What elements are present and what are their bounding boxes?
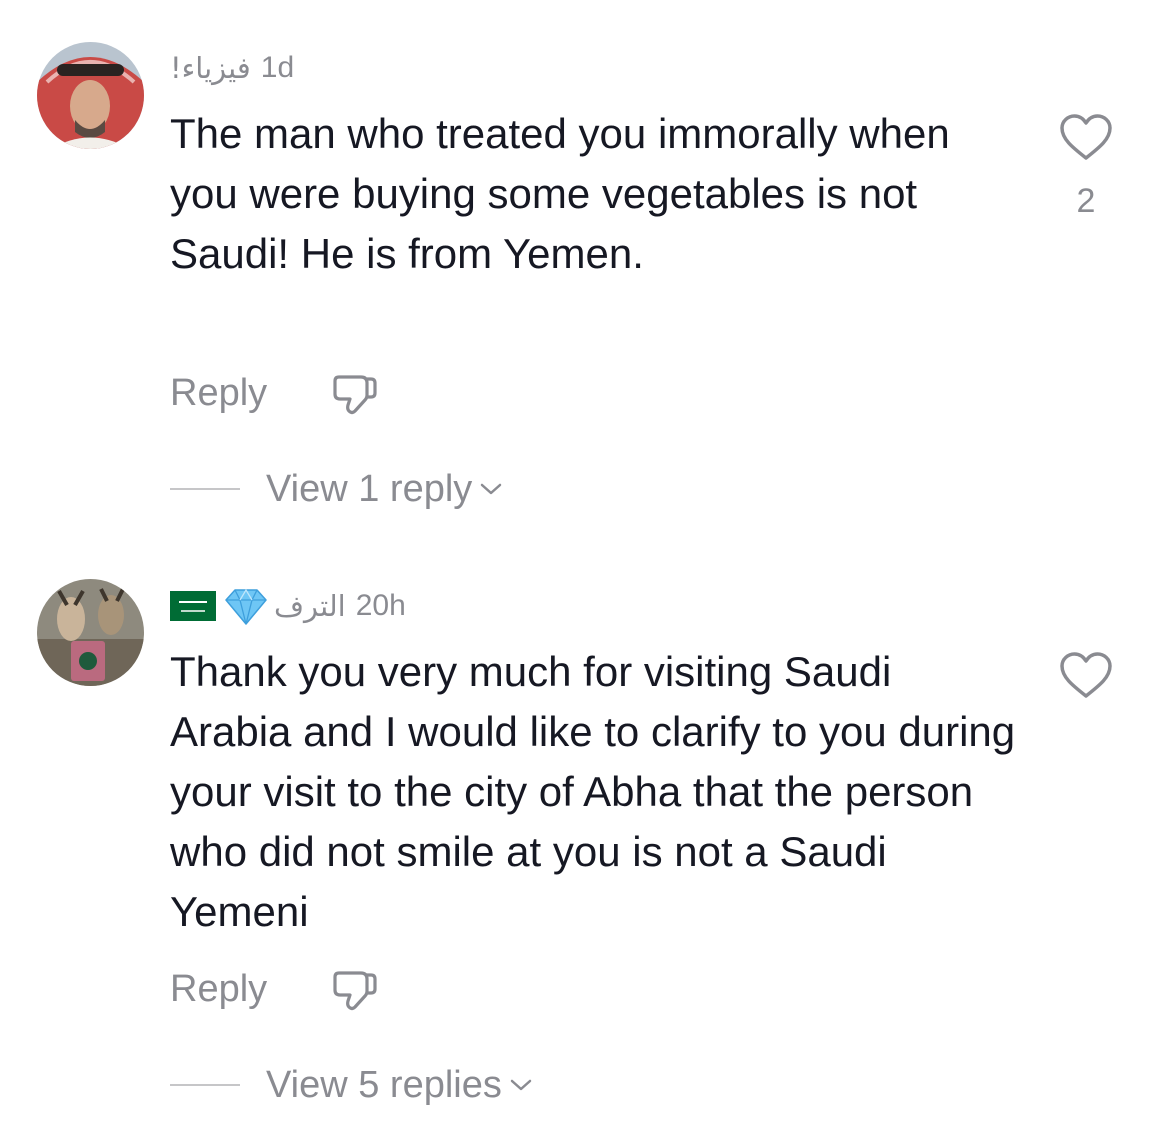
avatar-goats-cup-icon (37, 579, 144, 686)
view-replies[interactable]: View 1 reply (170, 464, 502, 514)
chevron-down-icon (481, 483, 502, 495)
username[interactable]: الترف (274, 589, 346, 623)
like-control (1058, 650, 1114, 720)
avatar[interactable] (37, 579, 144, 686)
heart-icon[interactable] (1058, 650, 1114, 700)
comment-actions: Reply (170, 966, 379, 1012)
like-count: 2 (1076, 182, 1096, 220)
gem-icon (225, 588, 267, 625)
dislike-icon[interactable] (331, 967, 379, 1011)
dislike-icon[interactable] (331, 371, 379, 415)
comment-meta: فيزياء! 1d (170, 46, 302, 90)
replies-divider (170, 488, 240, 490)
view-replies[interactable]: View 5 replies (170, 1060, 532, 1110)
comment-text: The man who treated you immorally when y… (170, 110, 950, 277)
timestamp: 20h (355, 589, 406, 622)
replies-divider (170, 1084, 240, 1086)
comment-actions: Reply (170, 370, 379, 416)
timestamp: 1d (260, 51, 295, 84)
heart-icon[interactable] (1058, 112, 1114, 162)
avatar[interactable] (37, 42, 144, 149)
reply-button[interactable]: Reply (170, 968, 267, 1011)
saudi-flag-icon (170, 591, 216, 621)
avatar-man-red-ghutra-icon (37, 42, 144, 149)
chevron-down-icon (510, 1079, 532, 1091)
username[interactable]: فيزياء! (170, 51, 251, 85)
like-control: 2 (1058, 112, 1114, 221)
view-replies-label[interactable]: View 5 replies (266, 1064, 502, 1107)
reply-button[interactable]: Reply (170, 372, 267, 415)
view-replies-label[interactable]: View 1 reply (266, 468, 472, 511)
comment-meta: الترف 20h (170, 584, 414, 628)
comment-text: Thank you very much for visiting Saudi A… (170, 648, 1016, 935)
